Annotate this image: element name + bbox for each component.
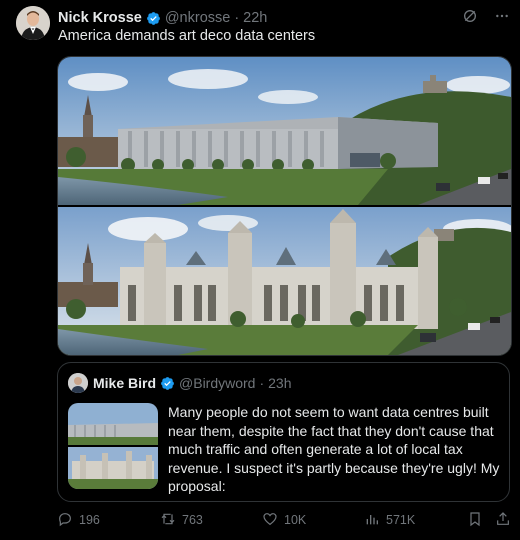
views-button[interactable]: 571K [364, 511, 415, 530]
quote-author-handle[interactable]: @Birdyword [179, 375, 255, 391]
quote-header: Mike Bird @Birdyword · 23h [68, 373, 292, 393]
share-button[interactable] [495, 511, 511, 530]
heart-icon [262, 511, 278, 530]
author-name[interactable]: Nick Krosse [58, 10, 142, 26]
tweet-text: America demands art deco data centers [58, 28, 316, 44]
repost-icon [160, 511, 176, 530]
reply-icon [57, 511, 73, 530]
quote-media-thumbnail[interactable] [68, 403, 158, 489]
separator: · [259, 375, 265, 391]
reply-count: 196 [79, 513, 100, 527]
quote-author-avatar[interactable] [68, 373, 88, 393]
more-icon[interactable] [494, 8, 510, 28]
media-image-bottom [58, 207, 511, 355]
quote-author-name[interactable]: Mike Bird [93, 375, 156, 391]
separator: · [234, 10, 240, 26]
header-icons [462, 8, 510, 28]
views-count: 571K [386, 513, 416, 527]
media-image-top [58, 57, 511, 205]
verified-badge-icon [146, 11, 161, 26]
like-count: 10K [284, 513, 307, 527]
repost-button[interactable]: 763 [160, 511, 203, 530]
share-icon [495, 511, 511, 530]
quote-timestamp[interactable]: 23h [268, 375, 291, 391]
views-icon [364, 511, 380, 530]
author-avatar[interactable] [16, 6, 50, 40]
action-bar: 196 763 10K 571K [57, 508, 510, 532]
like-button[interactable]: 10K [262, 511, 306, 530]
quoted-tweet[interactable]: Mike Bird @Birdyword · 23h Many people d… [57, 362, 510, 502]
bookmark-button[interactable] [467, 511, 483, 530]
media-image-top-and-bottom [58, 57, 511, 355]
bookmark-icon [467, 511, 483, 530]
grok-icon[interactable] [462, 8, 478, 28]
quote-text: Many people do not seem to want data cen… [168, 404, 500, 495]
timestamp[interactable]: 22h [243, 10, 267, 26]
tweet-header: Nick Krosse @nkrosse · 22h [58, 8, 510, 28]
repost-count: 763 [182, 513, 203, 527]
tweet-media[interactable] [57, 56, 512, 356]
author-handle[interactable]: @nkrosse [165, 10, 231, 26]
reply-button[interactable]: 196 [57, 511, 100, 530]
verified-badge-icon [160, 376, 175, 391]
